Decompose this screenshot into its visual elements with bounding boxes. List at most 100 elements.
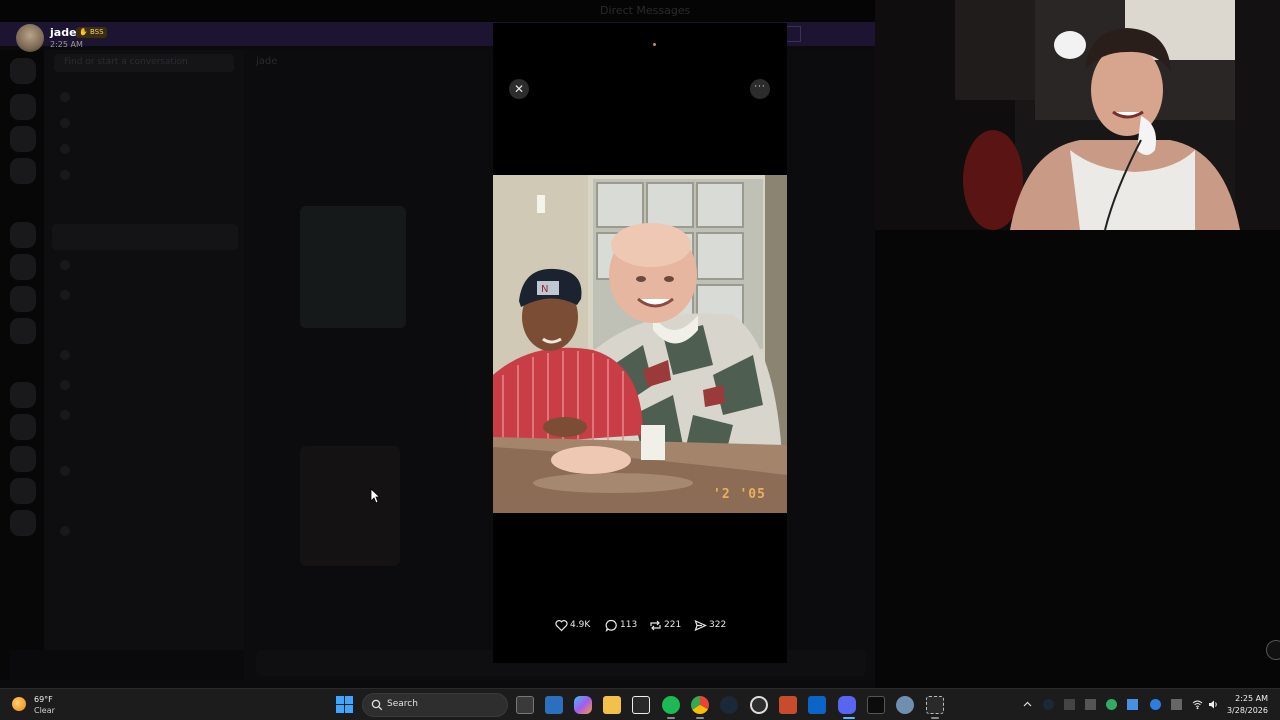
task-view-icon[interactable] — [516, 696, 534, 714]
chevron-up-icon[interactable] — [1022, 699, 1033, 710]
dm-row — [60, 380, 78, 394]
server-icon — [10, 58, 36, 84]
app-tray-icon[interactable] — [1064, 699, 1075, 710]
dm-nav-item — [60, 170, 78, 184]
snipping-tool-icon[interactable] — [926, 696, 944, 714]
app-tray-icon[interactable] — [1127, 699, 1138, 710]
system-clock[interactable]: 2:25 AM 3/28/2026 — [1227, 693, 1268, 717]
start-button[interactable] — [336, 696, 354, 714]
recording-indicator — [653, 43, 656, 46]
wifi-icon[interactable] — [1192, 699, 1203, 710]
chrome-icon[interactable] — [691, 696, 709, 714]
server-icon — [10, 446, 36, 472]
close-icon[interactable]: ✕ — [509, 79, 529, 99]
dm-row — [60, 410, 78, 424]
avatar[interactable] — [16, 24, 44, 52]
server-icon — [10, 158, 36, 184]
taskbar: 69°F Clear Search 2:25 AM 3/28/2026 — [0, 688, 1280, 720]
server-icon — [10, 510, 36, 536]
comment-icon — [605, 619, 617, 632]
server-icon — [10, 94, 36, 120]
microsoft-store-icon[interactable] — [545, 696, 563, 714]
dm-row — [60, 466, 78, 480]
taskbar-search[interactable]: Search — [362, 693, 508, 717]
server-icon — [10, 382, 36, 408]
terminal-icon[interactable] — [867, 696, 885, 714]
photo: N '2 '05 — [493, 175, 787, 513]
active-indicator — [843, 717, 855, 719]
discord-icon[interactable] — [838, 696, 856, 714]
steam-tray-icon[interactable] — [1043, 699, 1054, 710]
scroll-button[interactable] — [1266, 640, 1280, 660]
clock-time: 2:25 AM — [1235, 694, 1268, 703]
dm-nav-item — [60, 144, 78, 158]
running-indicator — [931, 717, 939, 719]
like-count: 4.9K — [570, 620, 591, 630]
app-tray-icon[interactable] — [1106, 699, 1117, 710]
weather-condition: Clear — [34, 706, 55, 715]
dm-row — [60, 526, 78, 540]
mouse-cursor — [370, 488, 380, 504]
server-icon — [10, 318, 36, 344]
app-tray-icon[interactable] — [1085, 699, 1096, 710]
server-icon — [10, 126, 36, 152]
server-tag-text: BSS — [89, 28, 104, 36]
more-icon[interactable]: ··· — [750, 79, 770, 99]
repost-count: 221 — [664, 620, 682, 630]
webcam-feed — [875, 0, 1280, 230]
spotify-icon[interactable] — [662, 696, 680, 714]
file-explorer-icon[interactable] — [603, 696, 621, 714]
user-name[interactable]: jade — [50, 26, 77, 39]
message-timestamp: 2:25 AM — [50, 40, 83, 49]
outlook-icon[interactable] — [808, 696, 826, 714]
app-tray-icon[interactable] — [1171, 699, 1182, 710]
server-icon — [10, 414, 36, 440]
photo-date-stamp: '2 '05 — [713, 487, 766, 502]
heart-icon — [555, 620, 568, 632]
media-viewer: ✕ ··· N '2 '05 4.9K 113 221 322 — [493, 23, 787, 663]
user-panel — [10, 650, 244, 680]
steam-icon[interactable] — [720, 696, 738, 714]
server-icon — [10, 222, 36, 248]
webcam-overlay — [875, 0, 1280, 230]
obs-icon[interactable] — [750, 696, 768, 714]
dm-row — [60, 350, 78, 364]
server-list — [0, 50, 44, 680]
clock-date: 3/28/2026 — [1226, 706, 1268, 715]
send-icon — [694, 619, 707, 632]
server-icon — [10, 478, 36, 504]
weather-widget[interactable]: 69°F Clear — [12, 693, 72, 717]
server-icon — [10, 286, 36, 312]
dm-row — [60, 290, 78, 304]
volume-icon[interactable] — [1208, 699, 1219, 710]
chat-image — [300, 446, 400, 566]
copilot-icon[interactable] — [574, 696, 592, 714]
dm-row — [60, 260, 78, 274]
strip-button — [785, 26, 801, 42]
desktop: Direct Messages Find or start a conversa… — [0, 0, 1280, 720]
game-launcher-icon[interactable] — [779, 696, 797, 714]
server-tag-badge: ✋ BSS — [76, 27, 107, 38]
dm-nav-item — [60, 92, 78, 106]
weather-moon-icon — [12, 697, 26, 711]
weather-temperature: 69°F — [34, 695, 53, 704]
bluetooth-icon[interactable] — [1150, 699, 1161, 710]
reply-count: 113 — [620, 620, 638, 630]
share-count: 322 — [709, 620, 727, 630]
svg-text:N: N — [541, 284, 548, 295]
search-icon — [371, 699, 383, 711]
photo-illustration: N — [493, 175, 787, 513]
settings-icon[interactable] — [896, 696, 914, 714]
running-indicator — [667, 717, 675, 719]
dm-selected-row — [52, 224, 238, 250]
app-titlebar-text: Direct Messages — [600, 4, 691, 17]
dm-search-input: Find or start a conversation — [54, 54, 234, 72]
dm-nav-item — [60, 118, 78, 132]
app-titlebar: Direct Messages — [0, 0, 875, 22]
chat-header-title: jade — [256, 56, 278, 67]
running-indicator — [696, 717, 704, 719]
server-icon — [10, 254, 36, 280]
chat-image — [300, 206, 406, 328]
epic-games-icon[interactable] — [632, 696, 650, 714]
search-label: Search — [387, 699, 418, 709]
